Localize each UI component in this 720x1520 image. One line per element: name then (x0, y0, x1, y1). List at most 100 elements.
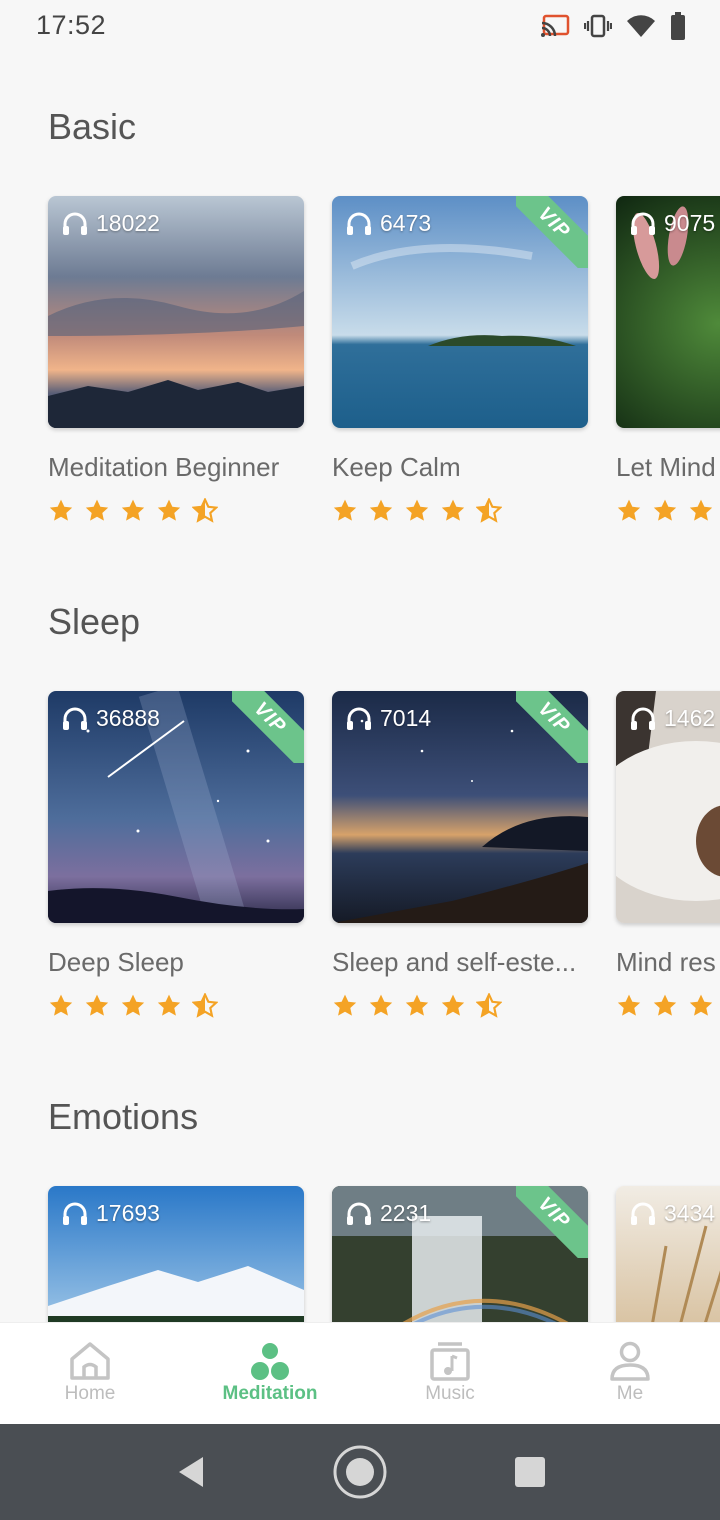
star-full-icon (652, 993, 678, 1019)
headphones-icon (63, 707, 87, 730)
play-count-value: 3434 (664, 1200, 716, 1226)
star-full-icon (688, 993, 714, 1019)
course-card[interactable]: 9075 Let Mind (616, 196, 720, 521)
course-thumbnail[interactable]: 18022 (48, 196, 304, 428)
nav-label-home: Home (64, 1383, 116, 1404)
play-count: 7014 (346, 705, 431, 732)
person-icon (610, 1341, 650, 1381)
star-full-icon (368, 993, 394, 1019)
nav-label-me: Me (616, 1383, 644, 1404)
card-row[interactable]: 17693 2231 VIP 3434 (48, 1186, 720, 1322)
star-full-icon (440, 498, 466, 524)
section-title: Basic (48, 106, 137, 147)
star-full-icon (156, 993, 182, 1019)
play-count-value: 18022 (96, 210, 160, 236)
play-count: 9075 (630, 210, 715, 237)
star-half-icon (476, 993, 502, 1019)
play-count-value: 9075 (664, 210, 716, 236)
status-icons (540, 12, 686, 40)
course-thumbnail[interactable]: 7014 VIP (332, 691, 588, 923)
play-count: 2231 (346, 1200, 431, 1227)
play-count: 1462 (630, 705, 715, 732)
music-icon (430, 1342, 470, 1381)
star-half-icon (192, 498, 218, 524)
course-card[interactable]: 3434 (616, 1186, 720, 1322)
nav-label-meditation: Meditation (222, 1383, 318, 1404)
star-full-icon (440, 993, 466, 1019)
star-full-icon (120, 993, 146, 1019)
course-thumbnail[interactable]: 17693 (48, 1186, 304, 1322)
vip-badge: VIP (516, 196, 588, 268)
vip-label: VIP (516, 1186, 588, 1258)
card-row[interactable]: 18022 Meditation Beginner 6473 VIP Keep … (48, 196, 720, 536)
star-full-icon (368, 498, 394, 524)
course-card[interactable]: 7014 VIP Sleep and self-este... (332, 691, 588, 1018)
star-rating (616, 498, 720, 524)
play-count: 3434 (630, 1200, 715, 1227)
headphones-icon (631, 1202, 655, 1225)
course-title: Sleep and self-este... (332, 947, 577, 977)
star-half-icon (476, 498, 502, 524)
course-card[interactable]: 2231 VIP (332, 1186, 588, 1322)
star-full-icon (332, 498, 358, 524)
app-screen: 17:52 Basic 18022 Meditation Beginner 64… (0, 0, 720, 1520)
back-button[interactable] (150, 1424, 230, 1520)
headphones-icon (631, 707, 655, 730)
course-title: Keep Calm (332, 452, 461, 482)
star-full-icon (48, 498, 74, 524)
nav-item-home[interactable]: Home (20, 1341, 160, 1405)
play-count-value: 7014 (380, 705, 432, 731)
course-card[interactable]: 17693 (48, 1186, 304, 1322)
headphones-icon (347, 212, 371, 235)
recents-button[interactable] (490, 1424, 570, 1520)
course-card[interactable]: 18022 Meditation Beginner (48, 196, 304, 523)
star-rating (332, 993, 502, 1019)
star-half-icon (192, 993, 218, 1019)
nav-item-meditation[interactable]: Meditation (200, 1341, 340, 1405)
meditation-content[interactable]: Basic 18022 Meditation Beginner 6473 VIP… (0, 56, 720, 1322)
course-title: Let Mind (616, 452, 716, 482)
course-card[interactable]: 36888 VIP Deep Sleep (48, 691, 304, 1018)
card-row[interactable]: 36888 VIP Deep Sleep 7014 VIP Sleep and … (48, 691, 720, 1031)
nav-item-music[interactable]: Music (380, 1341, 520, 1405)
headphones-icon (63, 212, 87, 235)
nav-item-me[interactable]: Me (560, 1341, 700, 1405)
vip-badge: VIP (232, 691, 304, 763)
star-rating (48, 993, 218, 1019)
course-thumbnail[interactable]: 9075 (616, 196, 720, 428)
section-title: Sleep (48, 601, 141, 642)
nav-label-music: Music (425, 1383, 475, 1404)
star-rating (48, 498, 218, 524)
course-thumbnail[interactable]: 2231 VIP (332, 1186, 588, 1322)
vibrate-icon (584, 14, 612, 38)
vip-badge: VIP (516, 691, 588, 763)
course-title: Mind res (616, 947, 716, 977)
star-full-icon (652, 498, 678, 524)
course-thumbnail[interactable]: 1462 (616, 691, 720, 923)
play-count-value: 2231 (380, 1200, 432, 1226)
play-count: 17693 (62, 1200, 160, 1227)
star-full-icon (688, 498, 714, 524)
back-icon (179, 1457, 203, 1487)
home-button[interactable] (320, 1424, 400, 1520)
bottom-navigation: Home Meditation Music Me (0, 1322, 720, 1424)
play-count: 6473 (346, 210, 431, 237)
battery-icon (670, 12, 686, 40)
course-card[interactable]: 6473 VIP Keep Calm (332, 196, 588, 523)
play-count-value: 36888 (96, 705, 160, 731)
vip-badge: VIP (516, 1186, 588, 1258)
course-thumbnail[interactable]: 3434 (616, 1186, 720, 1322)
headphones-icon (347, 1202, 371, 1225)
course-card[interactable]: 1462 Mind res (616, 691, 720, 1016)
status-time: 17:52 (36, 10, 107, 40)
course-thumbnail[interactable]: 36888 VIP (48, 691, 304, 923)
home-circle-icon (333, 1445, 387, 1499)
star-full-icon (84, 993, 110, 1019)
headphones-icon (631, 212, 655, 235)
star-full-icon (48, 993, 74, 1019)
star-rating (332, 498, 502, 524)
course-thumbnail[interactable]: 6473 VIP (332, 196, 588, 428)
star-full-icon (404, 498, 430, 524)
recents-icon (515, 1457, 545, 1487)
play-count-value: 6473 (380, 210, 432, 236)
